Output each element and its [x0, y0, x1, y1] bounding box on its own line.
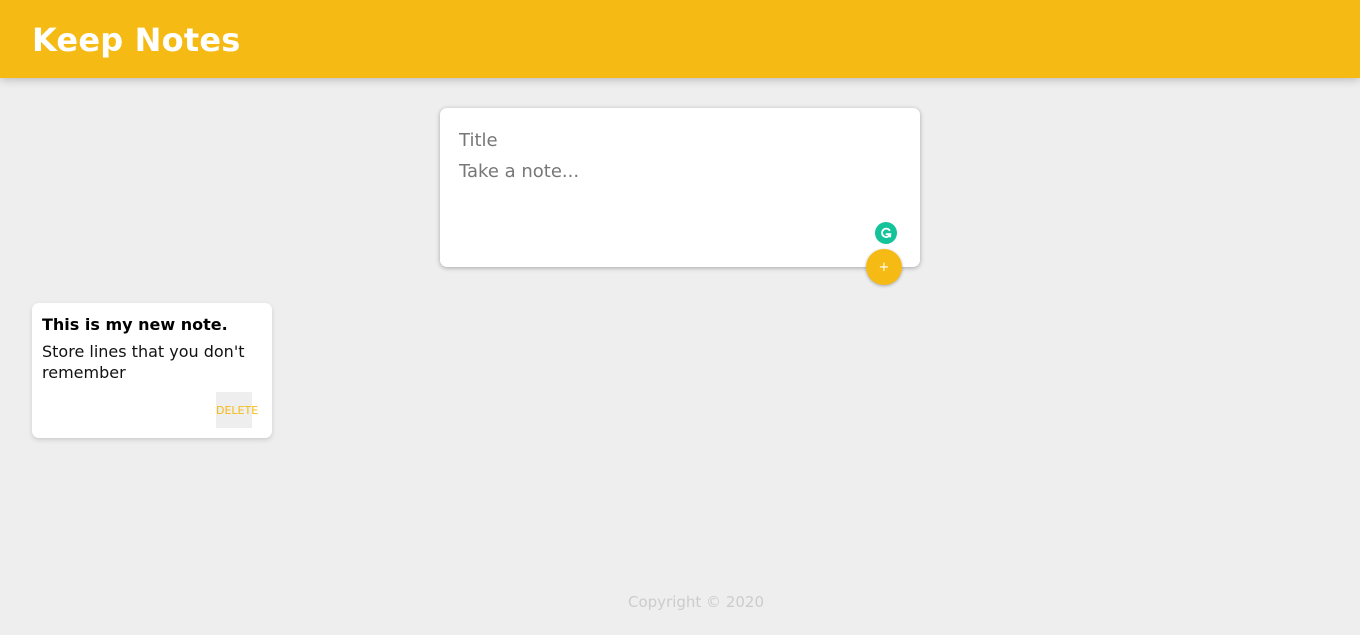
note-content: Store lines that you don't remember	[42, 342, 245, 382]
note-content-textarea[interactable]	[459, 160, 899, 220]
note-title: This is my new note.	[42, 315, 228, 334]
grammarly-icon[interactable]	[875, 222, 897, 244]
app-title: Keep Notes	[32, 21, 241, 59]
add-note-button[interactable]: +	[866, 249, 902, 285]
app-header: Keep Notes	[0, 0, 1360, 78]
create-note-form	[440, 108, 920, 267]
footer: Copyright © 2020	[0, 578, 1360, 626]
note-title-input[interactable]	[459, 128, 899, 152]
copyright-text: Copyright © 2020	[627, 593, 764, 611]
delete-note-button[interactable]: DELETE	[216, 392, 258, 428]
note-card: This is my new note. Store lines that yo…	[32, 303, 272, 438]
